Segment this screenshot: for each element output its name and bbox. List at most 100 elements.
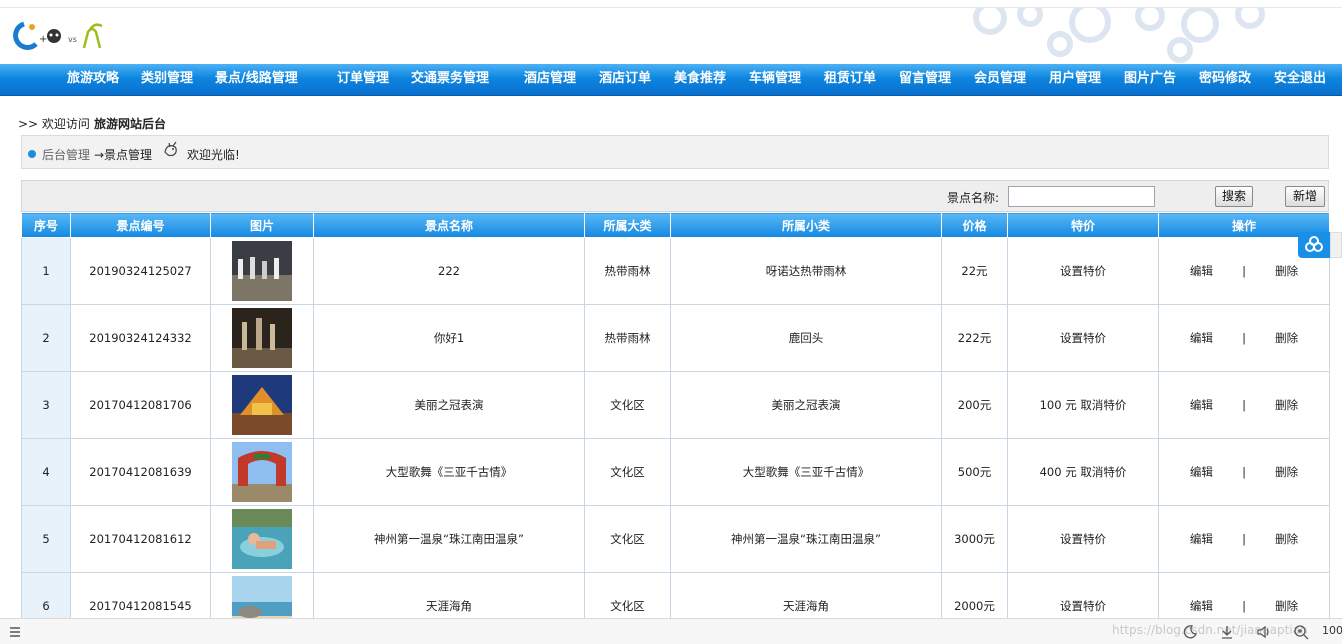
cell-name: 大型歌舞《三亚千古情》 [313, 438, 585, 506]
nav-order-management[interactable]: 订单管理 [337, 64, 389, 96]
cell-actions: 编辑 | 删除 [1158, 371, 1330, 439]
nav-rental-orders[interactable]: 租赁订单 [824, 64, 876, 96]
nav-ticket-management[interactable]: 交通票务管理 [411, 64, 489, 96]
nav-scenic-route-management[interactable]: 景点/线路管理 [215, 64, 298, 96]
search-button[interactable]: 搜索 [1215, 186, 1253, 207]
scenic-name-label: 景点名称: [947, 191, 1000, 205]
nav-food-recommend[interactable]: 美食推荐 [674, 64, 726, 96]
special-price-link[interactable]: 设置特价 [1007, 505, 1159, 573]
edit-link[interactable]: 编辑 [1172, 464, 1230, 480]
cell-actions: 编辑 | 删除 [1158, 438, 1330, 506]
cell-code: 20170412081639 [70, 438, 211, 506]
nav-message-management[interactable]: 留言管理 [899, 64, 951, 96]
table-row: 3 20170412081706 美丽之冠表演 文化区 美丽之冠表演 200元 … [21, 371, 1330, 439]
download-icon[interactable] [1219, 624, 1235, 640]
action-separator: | [1242, 264, 1246, 278]
floating-side-button[interactable] [1298, 232, 1330, 258]
welcome-site-name: 旅游网站后台 [93, 117, 166, 131]
browser-status-bar: https://blog.csdn.net/jiangaptian 100 [0, 618, 1342, 644]
volume-icon[interactable] [1256, 624, 1272, 640]
delete-link[interactable]: 删除 [1258, 397, 1316, 413]
delete-link[interactable]: 删除 [1258, 598, 1316, 614]
table-row: 2 20190324124332 你好1 热带雨林 鹿回头 222元 设置特价 … [21, 304, 1330, 372]
header-special-price: 特价 [1007, 212, 1159, 238]
scenic-name-input[interactable] [1008, 186, 1155, 207]
header-minor-category: 所属小类 [670, 212, 942, 238]
cell-minor: 呀诺达热带雨林 [670, 237, 942, 305]
cell-image [210, 371, 314, 439]
share-icon [1305, 236, 1323, 252]
action-separator: | [1242, 599, 1246, 613]
special-price-link[interactable]: 100 元 取消特价 [1007, 371, 1159, 439]
zoom-in-icon[interactable] [1293, 624, 1309, 640]
bird-icon [164, 141, 177, 157]
cell-name: 美丽之冠表演 [313, 371, 585, 439]
cell-image [210, 505, 314, 573]
table-row: 5 20170412081612 神州第一温泉“珠江南田温泉” 文化区 神州第一… [21, 505, 1330, 573]
special-price-link[interactable]: 设置特价 [1007, 237, 1159, 305]
scenic-thumbnail[interactable] [232, 375, 292, 435]
breadcrumb-root[interactable]: 后台管理 [42, 146, 90, 163]
cell-major: 热带雨林 [584, 237, 671, 305]
cell-minor: 大型歌舞《三亚千古情》 [670, 438, 942, 506]
cell-actions: 编辑 | 删除 [1158, 505, 1330, 573]
edit-link[interactable]: 编辑 [1172, 263, 1230, 279]
delete-link[interactable]: 删除 [1258, 531, 1316, 547]
edit-link[interactable]: 编辑 [1172, 330, 1230, 346]
nav-member-management[interactable]: 会员管理 [974, 64, 1026, 96]
edit-link[interactable]: 编辑 [1172, 397, 1230, 413]
breadcrumb: 后台管理 →景点管理 欢迎光临! [21, 135, 1329, 169]
cell-minor: 美丽之冠表演 [670, 371, 942, 439]
cell-index: 4 [21, 438, 71, 506]
header-name: 景点名称 [313, 212, 585, 238]
cell-index: 2 [21, 304, 71, 372]
svg-text:vs: vs [68, 35, 77, 44]
nav-vehicle-management[interactable]: 车辆管理 [749, 64, 801, 96]
cell-major: 文化区 [584, 505, 671, 573]
cell-minor: 鹿回头 [670, 304, 942, 372]
special-price-link[interactable]: 设置特价 [1007, 304, 1159, 372]
special-price-link[interactable]: 400 元 取消特价 [1007, 438, 1159, 506]
watermark-text: https://blog.csdn.net/jiangaptian [1112, 623, 1308, 637]
cell-code: 20170412081612 [70, 505, 211, 573]
breadcrumb-greeting: 欢迎光临! [187, 148, 240, 162]
scenic-thumbnail[interactable] [232, 241, 292, 301]
side-panel-tab[interactable] [1330, 232, 1342, 258]
nav-user-management[interactable]: 用户管理 [1049, 64, 1101, 96]
cell-code: 20190324124332 [70, 304, 211, 372]
bullet-icon [28, 150, 36, 158]
scenic-thumbnail[interactable] [232, 442, 292, 502]
edit-link[interactable]: 编辑 [1172, 598, 1230, 614]
cell-major: 文化区 [584, 438, 671, 506]
scenic-thumbnail[interactable] [232, 308, 292, 368]
delete-link[interactable]: 删除 [1258, 464, 1316, 480]
nav-logout[interactable]: 安全退出 [1274, 64, 1326, 96]
night-mode-icon[interactable] [1182, 624, 1198, 640]
nav-change-password[interactable]: 密码修改 [1199, 64, 1251, 96]
header-index: 序号 [21, 212, 71, 238]
scenic-thumbnail[interactable] [232, 509, 292, 569]
cloud-pattern-decoration [950, 8, 1290, 64]
nav-image-ads[interactable]: 图片广告 [1124, 64, 1176, 96]
cell-image [210, 304, 314, 372]
action-separator: | [1242, 331, 1246, 345]
delete-link[interactable]: 删除 [1258, 330, 1316, 346]
cell-index: 5 [21, 505, 71, 573]
zoom-level: 100 [1322, 624, 1342, 637]
table-row: 1 20190324125027 222 热带雨林 呀诺达热带雨林 22元 设置… [21, 237, 1330, 305]
delete-link[interactable]: 删除 [1258, 263, 1316, 279]
add-button[interactable]: 新增 [1285, 186, 1325, 207]
menu-icon[interactable] [8, 624, 24, 640]
edit-link[interactable]: 编辑 [1172, 531, 1230, 547]
cell-code: 20170412081706 [70, 371, 211, 439]
browser-top-strip [0, 0, 1342, 8]
nav-hotel-management[interactable]: 酒店管理 [524, 64, 576, 96]
cell-index: 3 [21, 371, 71, 439]
site-logo: + vs [13, 21, 103, 50]
cell-minor: 神州第一温泉“珠江南田温泉” [670, 505, 942, 573]
cell-price: 22元 [941, 237, 1008, 305]
nav-hotel-orders[interactable]: 酒店订单 [599, 64, 651, 96]
cell-major: 热带雨林 [584, 304, 671, 372]
nav-category-management[interactable]: 类别管理 [141, 64, 193, 96]
nav-travel-guide[interactable]: 旅游攻略 [67, 64, 119, 96]
